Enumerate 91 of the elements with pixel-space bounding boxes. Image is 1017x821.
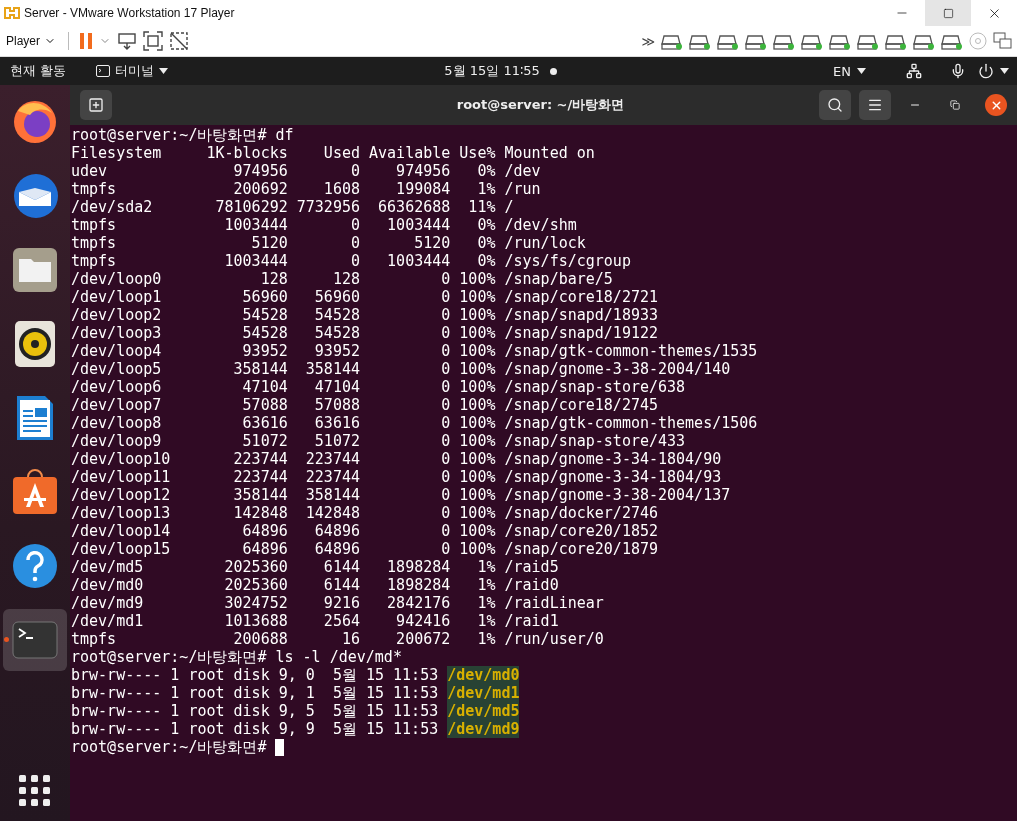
restore-icon bbox=[950, 100, 960, 110]
hard-disk-icon[interactable] bbox=[801, 32, 823, 50]
terminal-icon bbox=[12, 621, 58, 659]
terminal-line: root@server:~/바탕화면# bbox=[71, 738, 267, 756]
window-title: Server - VMware Workstation 17 Player bbox=[24, 6, 236, 20]
terminal-line: brw-rw---- 1 root disk 9, 1 5월 15 11:53 bbox=[71, 684, 439, 702]
hard-disk-icon[interactable] bbox=[717, 32, 739, 50]
terminal-line: udev 974956 0 974956 0% /dev bbox=[71, 162, 541, 180]
search-icon bbox=[827, 97, 843, 113]
document-icon bbox=[16, 395, 54, 441]
app-logo-icon bbox=[4, 5, 20, 21]
terminal-line: /dev/loop14 64896 64896 0 100% /snap/core20/1852 bbox=[71, 522, 658, 540]
power-icon bbox=[978, 63, 994, 79]
hard-disk-icon[interactable] bbox=[913, 32, 935, 50]
highlighted-path: /dev/md0 bbox=[447, 666, 520, 684]
terminal-line: /dev/md5 2025360 6144 1898284 1% /raid5 bbox=[71, 558, 559, 576]
folder-icon bbox=[12, 247, 58, 293]
caret-icon bbox=[1000, 68, 1009, 74]
more-button[interactable]: ≫ bbox=[641, 33, 655, 49]
terminal-line: root@server:~/바탕화면# df bbox=[71, 126, 294, 144]
terminal-line: brw-rw---- 1 root disk 9, 0 5월 15 11:53 bbox=[71, 666, 439, 684]
menu-icon bbox=[867, 97, 883, 113]
terminal-line: /dev/loop13 142848 142848 0 100% /snap/docker/2746 bbox=[71, 504, 658, 522]
terminal-line: /dev/loop11 223744 223744 0 100% /snap/gnome-3-34-1804/93 bbox=[71, 468, 722, 486]
hard-disk-icon[interactable] bbox=[773, 32, 795, 50]
terminal-line: /dev/loop2 54528 54528 0 100% /snap/snapd/18933 bbox=[71, 306, 658, 324]
highlighted-path: /dev/md1 bbox=[447, 684, 520, 702]
caret-icon bbox=[159, 68, 169, 74]
terminal-line: root@server:~/바탕화면# ls -l /dev/md* bbox=[71, 648, 402, 666]
terminal-line: tmpfs 1003444 0 1003444 0% /sys/fs/cgroup bbox=[71, 252, 631, 270]
hard-disk-icon[interactable] bbox=[689, 32, 711, 50]
close-button[interactable] bbox=[985, 94, 1007, 116]
new-tab-button[interactable] bbox=[80, 90, 112, 120]
highlighted-path: /dev/md9 bbox=[447, 720, 520, 738]
terminal-line: /dev/md0 2025360 6144 1898284 1% /raid0 bbox=[71, 576, 559, 594]
shopping-bag-icon bbox=[12, 469, 58, 515]
language-menu[interactable]: EN bbox=[833, 63, 866, 79]
terminal-line: tmpfs 5120 0 5120 0% /run/lock bbox=[71, 234, 586, 252]
highlighted-path: /dev/md5 bbox=[447, 702, 520, 720]
power-menu[interactable] bbox=[978, 63, 1009, 79]
terminal-line: tmpfs 200692 1608 199084 1% /run bbox=[71, 180, 541, 198]
terminal-icon bbox=[96, 65, 111, 77]
terminal-line: /dev/md1 1013688 2564 942416 1% /raid1 bbox=[71, 612, 559, 630]
terminal-line: tmpfs 1003444 0 1003444 0% /dev/shm bbox=[71, 216, 577, 234]
terminal-line: /dev/loop12 358144 358144 0 100% /snap/gnome-3-38-2004/137 bbox=[71, 486, 731, 504]
hard-disk-icon[interactable] bbox=[829, 32, 851, 50]
terminal-line: /dev/md9 3024752 9216 2842176 1% /raidLinear bbox=[71, 594, 604, 612]
hard-disk-icon[interactable] bbox=[661, 32, 683, 50]
terminal-line: /dev/loop8 63616 63616 0 100% /snap/gtk-common-themes/1506 bbox=[71, 414, 758, 432]
clock[interactable]: 5월 15일 11∶55 bbox=[444, 62, 557, 80]
terminal-line: /dev/loop10 223744 223744 0 100% /snap/gnome-3-34-1804/90 bbox=[71, 450, 722, 468]
terminal-line: /dev/loop0 128 128 0 100% /snap/bare/5 bbox=[71, 270, 613, 288]
maximize-icon bbox=[942, 7, 954, 19]
computer-arrow-icon[interactable] bbox=[117, 31, 137, 51]
hard-disk-icon[interactable] bbox=[885, 32, 907, 50]
speaker-icon bbox=[15, 321, 55, 367]
microphone-icon[interactable] bbox=[950, 63, 966, 79]
terminal-line: brw-rw---- 1 root disk 9, 5 5월 15 11:53 bbox=[71, 702, 439, 720]
terminal-line: /dev/loop15 64896 64896 0 100% /snap/core20/1879 bbox=[71, 540, 658, 558]
terminal-line: Filesystem 1K-blocks Used Available Use% Mounted on bbox=[71, 144, 595, 162]
fullscreen-icon[interactable] bbox=[143, 31, 163, 51]
terminal-line: /dev/loop7 57088 57088 0 100% /snap/core18/2745 bbox=[71, 396, 658, 414]
hard-disk-icon[interactable] bbox=[857, 32, 879, 50]
player-menu[interactable]: Player bbox=[4, 34, 58, 48]
new-tab-icon bbox=[88, 97, 104, 113]
maximize-button[interactable] bbox=[925, 0, 971, 26]
terminal-line: /dev/loop1 56960 56960 0 100% /snap/core18/2721 bbox=[71, 288, 658, 306]
menu-button[interactable] bbox=[859, 90, 891, 120]
terminal-line: /dev/loop9 51072 51072 0 100% /snap/snap-store/433 bbox=[71, 432, 686, 450]
terminal-title: root@server: ~/바탕화면 bbox=[455, 96, 626, 114]
terminal-line: /dev/loop5 358144 358144 0 100% /snap/gnome-3-38-2004/140 bbox=[71, 360, 731, 378]
caret-icon bbox=[857, 68, 866, 74]
mail-icon bbox=[11, 172, 59, 220]
help-icon bbox=[13, 544, 57, 588]
hard-disk-icon[interactable] bbox=[745, 32, 767, 50]
hard-disk-icon[interactable] bbox=[941, 32, 963, 50]
activities-button[interactable]: 현재 활동 bbox=[10, 62, 67, 80]
pause-icon[interactable] bbox=[79, 32, 93, 50]
terminal-line: /dev/sda2 78106292 7732956 66362688 11% / bbox=[71, 198, 514, 216]
terminal-line: brw-rw---- 1 root disk 9, 9 5월 15 11:53 bbox=[71, 720, 439, 738]
terminal-line: /dev/loop3 54528 54528 0 100% /snap/snapd/19122 bbox=[71, 324, 658, 342]
terminal-line: tmpfs 200688 16 200672 1% /run/user/0 bbox=[71, 630, 604, 648]
search-button[interactable] bbox=[819, 90, 851, 120]
unity-off-icon[interactable] bbox=[169, 31, 189, 51]
app-menu[interactable]: 터미널 bbox=[96, 62, 169, 80]
terminal-line: /dev/loop6 47104 47104 0 100% /snap/snap-store/638 bbox=[71, 378, 686, 396]
terminal-line: /dev/loop4 93952 93952 0 100% /snap/gtk-common-themes/1535 bbox=[71, 342, 758, 360]
app-grid-icon[interactable] bbox=[19, 775, 51, 807]
windows-icon[interactable] bbox=[993, 32, 1013, 50]
network-icon[interactable] bbox=[906, 63, 922, 79]
browser-icon bbox=[12, 99, 58, 145]
